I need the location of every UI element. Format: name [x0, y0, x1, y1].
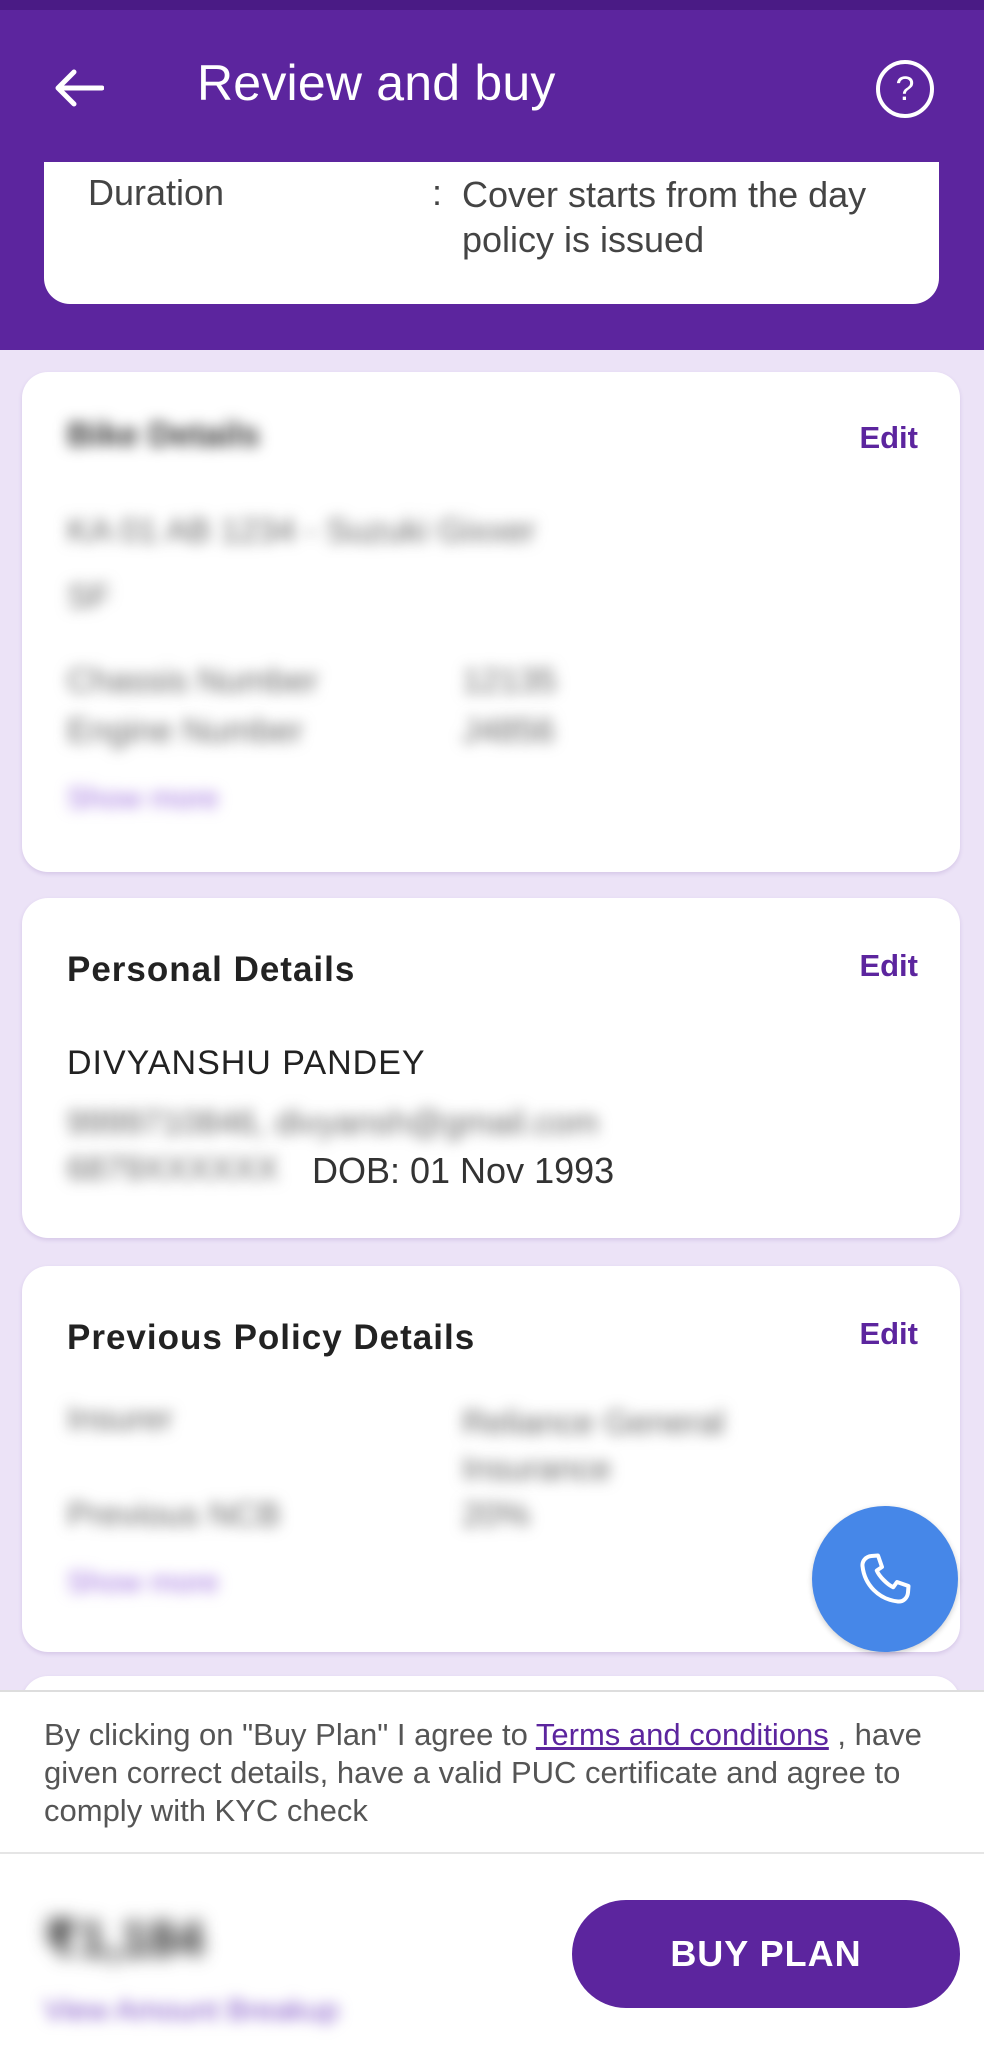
date-of-birth: DOB: 01 Nov 1993 [312, 1150, 615, 1191]
policy-show-more-link[interactable]: Show more [67, 1566, 219, 1600]
question-circle-icon: ? [895, 69, 915, 108]
chassis-label: Chassis Number [67, 662, 319, 700]
arrow-left-icon [55, 69, 104, 107]
status-strip [0, 0, 984, 10]
insurer-value: Reliance General Insurance [462, 1404, 725, 1488]
personal-details-card: Personal Details Edit DIVYANSHU PANDEY 9… [22, 898, 960, 1238]
edit-bike-details-button[interactable]: Edit [859, 420, 918, 456]
total-price: ₹1,184 [44, 1911, 204, 1967]
chassis-value: 12135 [462, 662, 557, 700]
bike-show-more-link[interactable]: Show more [67, 782, 219, 816]
masked-id: 6879XXXXXX [67, 1150, 279, 1188]
contact-details: 9999710846, divyansh@gmail.com [67, 1104, 599, 1142]
engine-value: J4856 [462, 712, 555, 750]
consent-text-before: By clicking on "Buy Plan" I agree to [44, 1717, 536, 1752]
ncb-value: 20% [462, 1496, 531, 1534]
engine-label: Engine Number [67, 712, 304, 750]
personal-details-heading: Personal Details [67, 950, 356, 989]
app-header: Review and buy ? Duration : Cover starts… [0, 0, 984, 350]
duration-value: Cover starts from the day policy is issu… [462, 174, 867, 260]
bike-details-card: Bike Details Edit KA 01 AB 1234 - Suzuki… [22, 372, 960, 872]
duration-label: Duration [88, 172, 225, 213]
consent-text: By clicking on "Buy Plan" I agree to Ter… [44, 1716, 944, 1830]
terms-link[interactable]: Terms and conditions [536, 1717, 829, 1752]
call-button[interactable] [812, 1506, 958, 1652]
plan-summary-card: Duration : Cover starts from the day pol… [44, 162, 939, 304]
edit-personal-details-button[interactable]: Edit [859, 948, 918, 984]
bike-model-line: KA 01 AB 1234 - Suzuki Gixxer [67, 512, 536, 550]
help-button[interactable]: ? [876, 60, 934, 118]
back-button[interactable] [48, 58, 108, 118]
customer-name: DIVYANSHU PANDEY [67, 1044, 426, 1082]
previous-policy-heading: Previous Policy Details [67, 1318, 476, 1357]
amount-breakup-link[interactable]: View Amount Breakup [44, 1994, 339, 2028]
page-title: Review and buy [197, 55, 556, 111]
edit-previous-policy-button[interactable]: Edit [859, 1316, 918, 1352]
consent-section: By clicking on "Buy Plan" I agree to Ter… [0, 1690, 984, 1852]
buy-plan-button[interactable]: BUY PLAN [572, 1900, 960, 2008]
checkout-footer: ₹1,184 View Amount Breakup BUY PLAN [0, 1852, 984, 2056]
bike-variant-line: SF [67, 578, 111, 616]
phone-icon [860, 1553, 911, 1604]
ncb-label: Previous NCB [67, 1496, 281, 1534]
duration-colon: : [432, 172, 443, 213]
bike-details-heading: Bike Details [67, 416, 260, 454]
insurer-label: Insurer [67, 1400, 173, 1438]
